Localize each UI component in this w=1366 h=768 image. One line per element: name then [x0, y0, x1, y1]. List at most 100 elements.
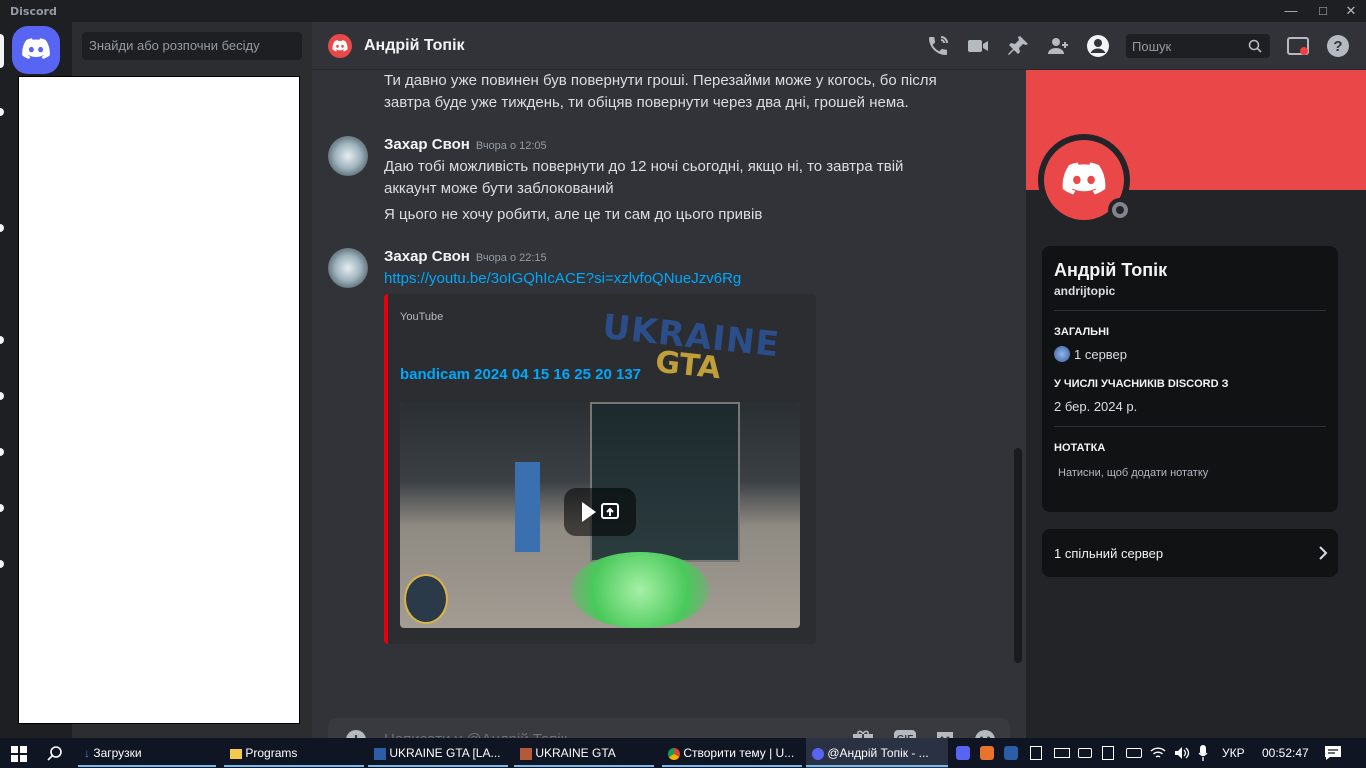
embed-provider[interactable]: YouTube [400, 311, 443, 323]
discord-logo-icon [22, 38, 50, 59]
tray-discord-icon[interactable] [956, 746, 970, 760]
message-timestamp: Вчора о 12:05 [475, 140, 547, 152]
dm-search-button[interactable]: Знайди або розпочни бесіду [82, 32, 302, 60]
server-unread-pill [0, 108, 4, 116]
help-icon[interactable]: ? [1326, 34, 1350, 58]
thumbnail-window [590, 402, 740, 562]
discord-logo-icon [332, 40, 348, 52]
window-titlebar: Discord — □ ✕ [0, 0, 1366, 22]
message-author[interactable]: Захар Свон [384, 136, 470, 153]
general-heading: ЗАГАЛЬНІ [1054, 326, 1110, 338]
member-since-date: 2 бер. 2024 р. [1054, 399, 1138, 414]
wifi-icon[interactable] [1150, 746, 1166, 760]
notifications-icon[interactable] [1324, 745, 1342, 761]
message-header: Захар Свон Вчора о 22:15 [384, 248, 547, 266]
tray-usb-icon[interactable] [1078, 748, 1092, 758]
taskbar-item-chrome[interactable]: Створити тему | U... [662, 738, 802, 768]
divider [1054, 310, 1326, 311]
add-friends-to-dm-icon[interactable] [1046, 34, 1070, 58]
taskbar-active-underline [806, 765, 948, 767]
battery-icon[interactable] [1126, 748, 1142, 758]
dm-sidebar: Знайди або розпочни бесіду [18, 22, 312, 738]
profile-avatar-ring [1038, 134, 1132, 226]
mutual-servers-button[interactable]: 1 спільний сервер [1042, 529, 1338, 577]
header-search-placeholder: Пошук [1132, 39, 1172, 54]
taskbar-item-discord[interactable]: @Андрій Топік - ... [806, 738, 948, 768]
inbox-icon[interactable] [1286, 34, 1310, 58]
dm-list-redacted-area [18, 76, 300, 724]
message-author[interactable]: Захар Свон [384, 248, 470, 265]
chevron-right-icon [1319, 546, 1328, 560]
svg-text:?: ? [1333, 38, 1342, 55]
message-text: Ти давно уже повинен був повернути гроші… [384, 72, 937, 111]
language-indicator[interactable]: УКР [1222, 738, 1245, 768]
thumbnail-atm [515, 462, 540, 552]
message-header: Захар Свон Вчора о 12:05 [384, 136, 547, 154]
message-text: Даю тобі можливість повернути до 12 ночі… [384, 158, 904, 197]
user-profile-panel: Андрій Топік andrijtopic ЗАГАЛЬНІ 1 серв… [1026, 70, 1366, 738]
status-ring [1108, 198, 1132, 222]
server-unread-pill [0, 224, 4, 232]
server-unread-pill [0, 336, 4, 344]
tray-app-icon[interactable] [980, 746, 994, 760]
video-thumbnail[interactable] [400, 402, 800, 628]
pinned-messages-icon[interactable] [1006, 34, 1030, 58]
chat-area: Ти давно уже повинен був повернути гроші… [312, 70, 1026, 762]
taskbar-active-underline [662, 765, 802, 767]
video-call-icon[interactable] [966, 34, 990, 58]
server-icon [1054, 346, 1070, 362]
author-avatar[interactable] [328, 248, 368, 288]
server-unread-pill [0, 448, 4, 456]
divider [1054, 426, 1326, 427]
taskbar-item-programs[interactable]: Programs [224, 738, 364, 768]
message-link[interactable]: https://youtu.be/3oIGQhIcACE?si=xzlvfoQN… [384, 270, 741, 287]
minimize-button[interactable]: — [1280, 2, 1302, 20]
windows-start-icon[interactable] [11, 746, 27, 762]
header-username[interactable]: Андрій Топік [364, 37, 465, 55]
home-selected-pill [0, 34, 4, 68]
tray-copy-icon[interactable] [1030, 746, 1042, 760]
taskbar-clock[interactable]: 00:52:47 [1262, 738, 1309, 768]
taskbar-item-downloads[interactable]: ↓ Загрузки [78, 738, 216, 768]
ukraine-gta-logo-watermark: UKRAINE GTA [600, 306, 782, 387]
play-button[interactable] [564, 488, 636, 536]
thumbnail-marker [570, 552, 710, 628]
server-unread-pill [0, 560, 4, 568]
member-since-heading: У ЧИСЛІ УЧАСНИКІВ DISCORD З [1054, 378, 1229, 390]
home-button[interactable] [12, 26, 60, 74]
author-avatar[interactable] [328, 136, 368, 176]
mutual-servers-label: 1 спільний сервер [1054, 546, 1164, 561]
close-button[interactable]: ✕ [1340, 2, 1362, 20]
tray-ukraine-gta-icon[interactable] [1004, 746, 1018, 760]
volume-icon[interactable] [1174, 746, 1190, 760]
server-unread-pill [0, 504, 4, 512]
discord-logo-icon [1062, 162, 1106, 195]
message-timestamp: Вчора о 22:15 [475, 252, 547, 264]
thumbnail-minimap [404, 574, 448, 624]
app-name: Discord [10, 5, 57, 18]
note-input[interactable]: Натисни, щоб додати нотатку [1058, 467, 1208, 479]
taskbar-search-icon[interactable] [47, 745, 63, 761]
tray-keyboard-icon[interactable] [1054, 748, 1070, 758]
header-search-input[interactable]: Пошук [1126, 34, 1270, 58]
tray-network-icon[interactable] [1102, 746, 1114, 760]
taskbar-item-ukraine-gta[interactable]: UKRAINE GTA [514, 738, 654, 768]
servers-count[interactable]: 1 сервер [1074, 347, 1127, 362]
chat-scrollbar[interactable] [1014, 448, 1022, 663]
offline-status-icon [1112, 202, 1128, 218]
header-avatar [328, 34, 352, 58]
youtube-embed: YouTube UKRAINE GTA bandicam 2024 04 15 … [384, 294, 816, 644]
taskbar-active-underline [78, 765, 216, 767]
user-profile-toggle-icon[interactable] [1086, 34, 1110, 58]
voice-call-icon[interactable] [926, 34, 950, 58]
profile-info-card: Андрій Топік andrijtopic ЗАГАЛЬНІ 1 серв… [1042, 246, 1338, 512]
search-icon [1248, 39, 1262, 53]
taskbar-item-ukraine-gta-launcher[interactable]: UKRAINE GTA [LA... [368, 738, 508, 768]
maximize-button[interactable]: □ [1312, 2, 1334, 20]
microphone-icon[interactable] [1198, 745, 1208, 761]
embed-title[interactable]: bandicam 2024 04 15 16 25 20 137 [400, 366, 641, 383]
message-text: Я цього не хочу робити, але це ти сам до… [384, 206, 763, 223]
taskbar-active-underline [514, 765, 654, 767]
chat-header: Андрій Топік Пошук ? [312, 22, 1366, 70]
server-unread-pill [0, 392, 4, 400]
